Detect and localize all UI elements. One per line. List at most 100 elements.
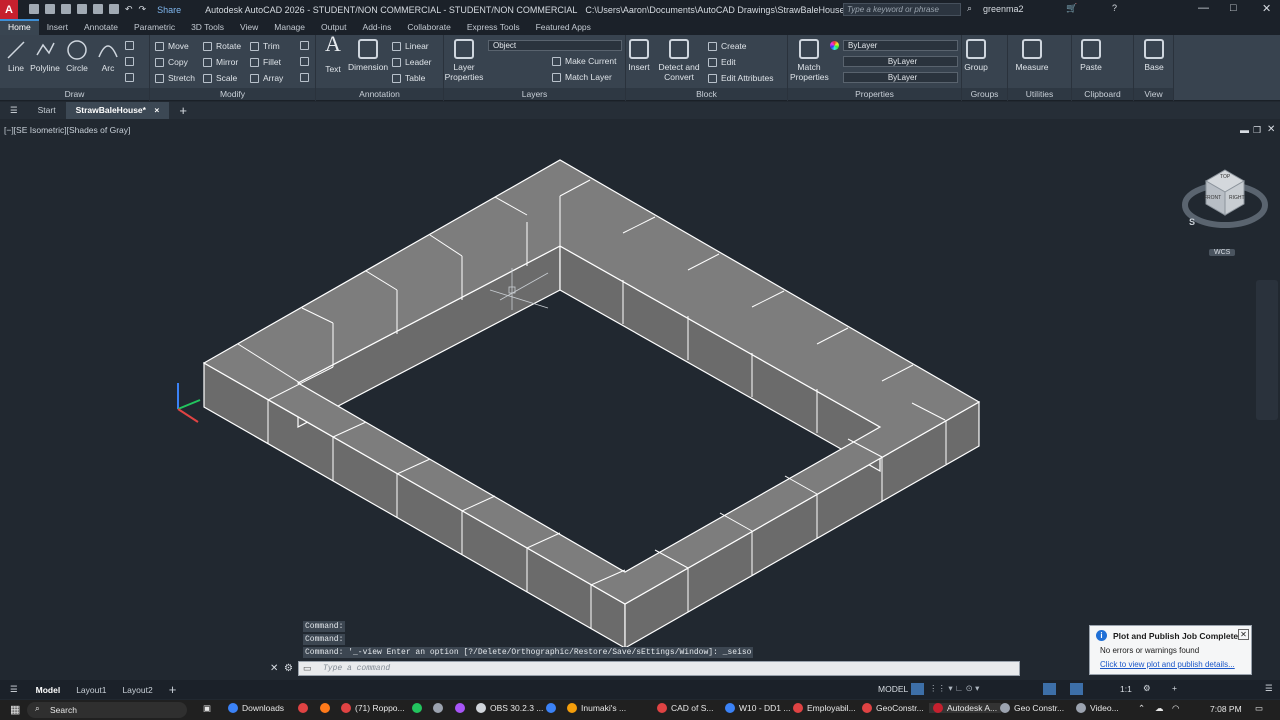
- close-button[interactable]: ✕: [1262, 2, 1271, 15]
- layer-dropdown[interactable]: Object: [488, 40, 622, 51]
- erase-icon[interactable]: [300, 41, 313, 50]
- tab-express-tools[interactable]: Express Tools: [459, 19, 528, 35]
- lineweight-dropdown[interactable]: ByLayer: [843, 72, 958, 83]
- autocad-logo[interactable]: A: [0, 0, 18, 19]
- taskbar-app-autocad[interactable]: Autodesk A...: [929, 703, 1002, 713]
- annotation-visibility-icon[interactable]: [1070, 683, 1083, 695]
- text-button[interactable]: A Text: [319, 33, 347, 75]
- properties-panel-title[interactable]: Properties: [788, 88, 961, 100]
- help-search-input[interactable]: Type a keyword or phrase: [843, 3, 961, 16]
- color-dropdown[interactable]: ByLayer: [843, 40, 958, 51]
- tray-chevron-icon[interactable]: ⌃: [1138, 703, 1145, 714]
- viewcube[interactable]: TOP FRONT RIGHT S WCS: [1182, 165, 1272, 256]
- create-block-button[interactable]: Create: [708, 41, 747, 51]
- snap-tools-icon[interactable]: ⋮⋮ ▾ ∟ ⊙ ▾: [929, 683, 989, 695]
- close-command-icon[interactable]: ✕: [270, 663, 278, 674]
- undo-icon[interactable]: ↶: [125, 4, 133, 15]
- save-icon[interactable]: [61, 4, 71, 14]
- web-mobile-icon[interactable]: [93, 4, 103, 14]
- view-panel-title[interactable]: View: [1134, 88, 1173, 100]
- taskbar-app-employability[interactable]: Employabil...: [793, 703, 856, 713]
- taskbar-search[interactable]: ⌕ Search: [27, 702, 187, 718]
- viewcube-right[interactable]: RIGHT: [1229, 195, 1245, 201]
- workspace-gear-icon[interactable]: ⚙: [1143, 683, 1151, 694]
- plot-icon[interactable]: [109, 4, 119, 14]
- save-as-icon[interactable]: [77, 4, 87, 14]
- tab-annotate[interactable]: Annotate: [76, 19, 126, 35]
- insert-button[interactable]: Insert: [628, 39, 650, 72]
- taskbar-app-downloads[interactable]: Downloads: [228, 703, 284, 713]
- taskbar-app-cad[interactable]: CAD of S...: [657, 703, 714, 713]
- group-button[interactable]: Group: [962, 39, 990, 72]
- measure-button[interactable]: Measure: [1012, 39, 1052, 72]
- polyline-button[interactable]: Polyline: [29, 39, 61, 73]
- draw-panel-title[interactable]: Draw: [0, 88, 149, 100]
- dimension-button[interactable]: Dimension: [348, 39, 388, 72]
- grid-icon[interactable]: [911, 683, 924, 695]
- arc-button[interactable]: Arc: [96, 39, 120, 73]
- edit-block-button[interactable]: Edit: [708, 57, 736, 67]
- clipboard-panel-title[interactable]: Clipboard: [1072, 88, 1133, 100]
- boundary-icon[interactable]: [125, 73, 138, 82]
- open-icon[interactable]: [45, 4, 55, 14]
- viewport-controls-label[interactable]: [−][SE Isometric][Shades of Gray]: [4, 125, 130, 135]
- model-tab[interactable]: Model: [28, 685, 69, 695]
- drawing-viewport[interactable]: [0, 120, 1280, 680]
- tab-parametric[interactable]: Parametric: [126, 19, 183, 35]
- share-button[interactable]: Share: [157, 5, 181, 15]
- move-button[interactable]: Move: [155, 41, 189, 51]
- annotation-monitor-icon[interactable]: +: [1172, 683, 1177, 693]
- explode-icon[interactable]: [300, 57, 313, 66]
- layer-properties-button[interactable]: Layer Properties: [444, 39, 484, 82]
- base-button[interactable]: Base: [1140, 39, 1168, 72]
- straw-bale-model[interactable]: [0, 120, 1280, 680]
- add-layout-icon[interactable]: +: [161, 682, 185, 697]
- viewport-minimize-icon[interactable]: ▬: [1240, 125, 1249, 135]
- customize-command-icon[interactable]: ⚙: [284, 663, 293, 674]
- tab-view[interactable]: View: [232, 19, 266, 35]
- start-tab[interactable]: Start: [28, 102, 66, 119]
- rotate-button[interactable]: Rotate: [203, 41, 241, 51]
- maximize-button[interactable]: □: [1230, 2, 1237, 14]
- taskbar-app-steam[interactable]: [433, 703, 447, 713]
- model-space-toggle[interactable]: MODEL: [878, 684, 908, 694]
- tab-home[interactable]: Home: [0, 19, 39, 35]
- windows-start-icon[interactable]: ▦: [10, 703, 20, 716]
- task-view-icon[interactable]: ▣: [203, 703, 211, 714]
- layout-menu-icon[interactable]: ☰: [0, 684, 28, 695]
- command-line-input[interactable]: ▭ Type a command: [298, 661, 1020, 676]
- annotation-panel-title[interactable]: Annotation: [316, 88, 443, 100]
- search-icon[interactable]: ⌕: [967, 3, 972, 14]
- wifi-icon[interactable]: ◠: [1172, 703, 1179, 714]
- tab-featured-apps[interactable]: Featured Apps: [528, 19, 599, 35]
- taskbar-app-youtube[interactable]: (71) Roppo...: [341, 703, 405, 713]
- edit-attributes-button[interactable]: Edit Attributes: [708, 73, 773, 83]
- cart-icon[interactable]: 🛒: [1066, 3, 1077, 14]
- layout1-tab[interactable]: Layout1: [68, 685, 114, 695]
- drawing-tab[interactable]: StrawBaleHouse* ×: [65, 102, 170, 119]
- taskbar-app-video[interactable]: Video...: [1076, 703, 1119, 713]
- minimize-button[interactable]: —: [1198, 2, 1209, 14]
- circle-button[interactable]: Circle: [64, 39, 90, 73]
- utilities-panel-title[interactable]: Utilities: [1008, 88, 1071, 100]
- taskbar-clock[interactable]: 7:08 PM: [1210, 704, 1242, 714]
- table-button[interactable]: Table: [392, 73, 425, 83]
- match-layer-button[interactable]: Match Layer: [552, 72, 612, 82]
- plot-publish-notification[interactable]: i Plot and Publish Job Complete ✕ No err…: [1089, 625, 1252, 675]
- stretch-button[interactable]: Stretch: [155, 73, 195, 83]
- linear-dropdown[interactable]: Linear: [392, 41, 429, 51]
- close-tab-icon[interactable]: ×: [154, 105, 159, 115]
- plot-details-link[interactable]: Click to view plot and publish details..…: [1100, 660, 1235, 669]
- fillet-button[interactable]: Fillet: [250, 57, 281, 67]
- match-properties-button[interactable]: Match Properties: [790, 39, 829, 82]
- viewport-close-icon[interactable]: ✕: [1267, 124, 1275, 135]
- taskbar-app-geo-constr[interactable]: Geo Constr...: [1000, 703, 1064, 713]
- modify-panel-title[interactable]: Modify: [150, 88, 315, 100]
- trim-button[interactable]: Trim: [250, 41, 280, 51]
- taskbar-app-obs[interactable]: OBS 30.2.3 ...: [476, 703, 543, 713]
- taskbar-app-inumaki[interactable]: Inumaki's ...: [567, 703, 626, 713]
- block-panel-title[interactable]: Block: [626, 88, 787, 100]
- line-button[interactable]: Line: [4, 39, 28, 73]
- leader-dropdown[interactable]: Leader: [392, 57, 431, 67]
- layers-panel-title[interactable]: Layers: [444, 88, 625, 100]
